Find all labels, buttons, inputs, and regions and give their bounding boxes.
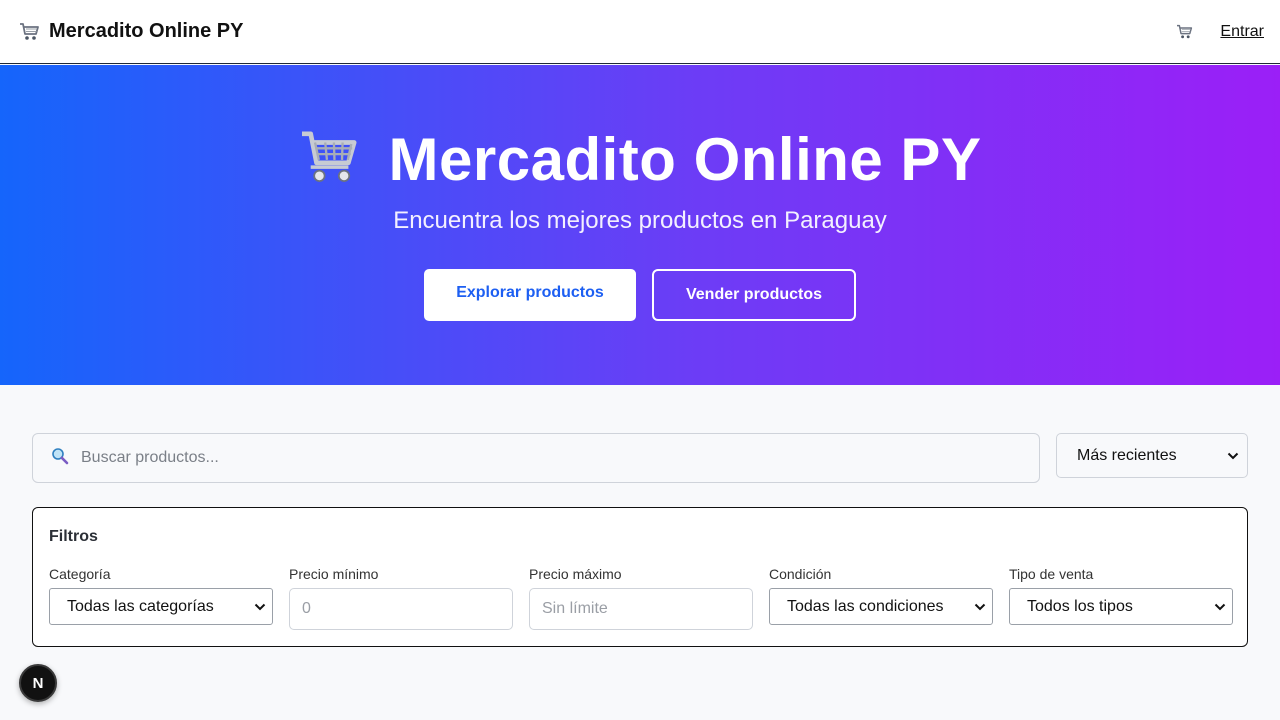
chevron-down-icon (974, 598, 986, 616)
cart-icon (299, 128, 363, 191)
condition-label: Condición (769, 566, 832, 582)
brand-title: Mercadito Online PY (49, 20, 244, 42)
category-selected-value: Todas las categorías (67, 597, 214, 615)
category-filter: Categoría Todas las categorías (49, 566, 273, 630)
brand[interactable]: Mercadito Online PY (19, 20, 243, 43)
category-label: Categoría (49, 566, 111, 582)
category-select[interactable]: Todas las categorías (49, 588, 273, 625)
filters-panel: Filtros Categoría Todas las categorías P… (32, 507, 1248, 647)
sale-type-selected-value: Todos los tipos (1027, 597, 1133, 615)
hero-subtitle: Encuentra los mejores productos en Parag… (393, 207, 887, 234)
min-price-input[interactable] (289, 588, 513, 630)
hero-title: Mercadito Online PY (388, 126, 982, 193)
search-input[interactable] (81, 449, 981, 467)
min-price-label: Precio mínimo (289, 566, 379, 582)
max-price-filter: Precio máximo (529, 566, 753, 630)
condition-filter: Condición Todas las condiciones (769, 566, 993, 630)
top-navbar: Mercadito Online PY Entrar (0, 0, 1280, 64)
search-icon (51, 447, 69, 470)
filters-title: Filtros (49, 528, 98, 545)
max-price-label: Precio máximo (529, 566, 622, 582)
condition-select[interactable]: Todas las condiciones (769, 588, 993, 625)
chevron-down-icon (1227, 449, 1239, 463)
sort-select[interactable]: Más recientes (1056, 433, 1248, 478)
sale-type-label: Tipo de venta (1009, 566, 1094, 582)
hero-banner: Mercadito Online PY Encuentra los mejore… (0, 65, 1280, 385)
min-price-filter: Precio mínimo (289, 566, 513, 630)
login-link[interactable]: Entrar (1220, 23, 1264, 41)
search-bar[interactable] (32, 433, 1040, 483)
chevron-down-icon (254, 598, 266, 616)
cart-icon (19, 22, 41, 42)
condition-selected-value: Todas las condiciones (787, 597, 944, 615)
max-price-input[interactable] (529, 588, 753, 630)
chevron-down-icon (1214, 598, 1226, 616)
dev-tools-badge[interactable]: N (19, 664, 57, 702)
sort-selected-value: Más recientes (1077, 446, 1177, 464)
sale-type-select[interactable]: Todos los tipos (1009, 588, 1233, 625)
sale-type-filter: Tipo de venta Todos los tipos (1009, 566, 1233, 630)
explore-products-button[interactable]: Explorar productos (424, 269, 636, 321)
cart-icon[interactable] (1176, 24, 1194, 40)
sell-products-button[interactable]: Vender productos (652, 269, 856, 321)
